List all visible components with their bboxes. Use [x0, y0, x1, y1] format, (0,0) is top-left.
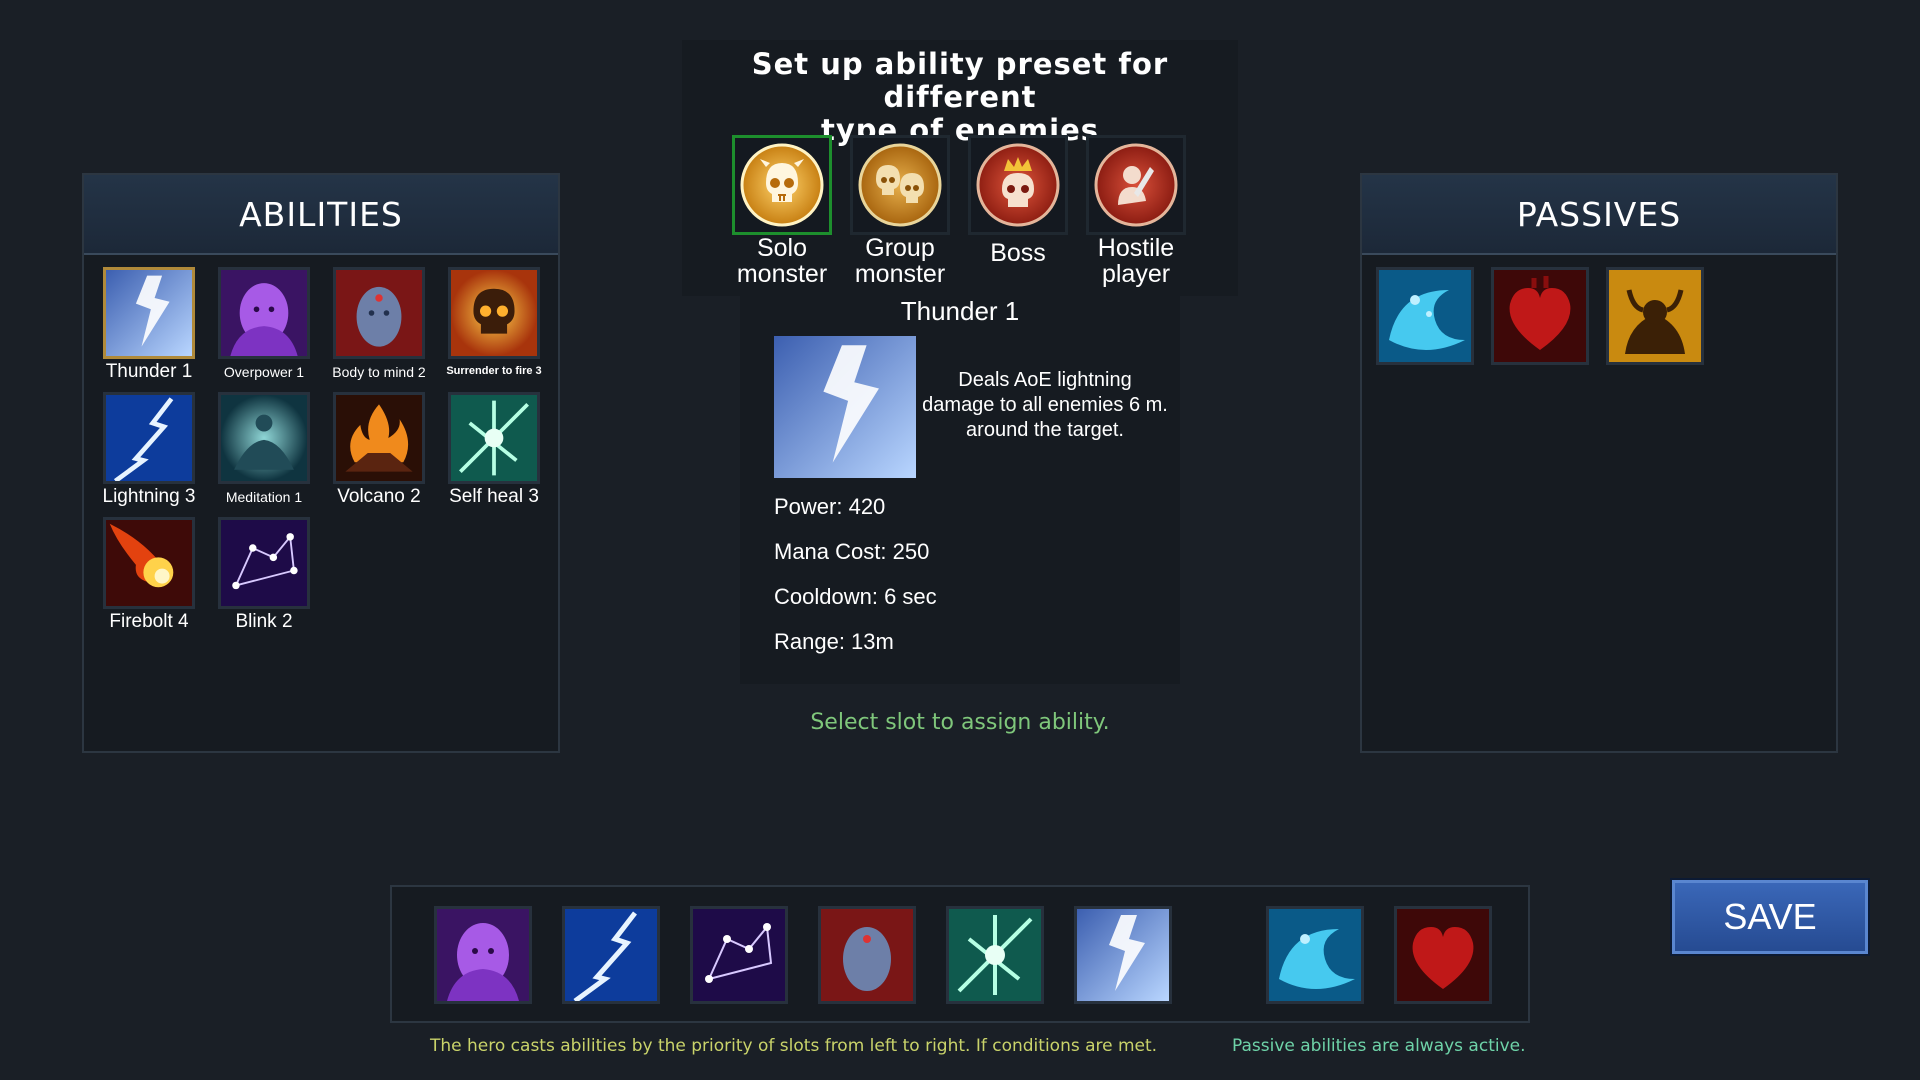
- detail-description: Deals AoE lightning damage to all enemie…: [922, 369, 1168, 441]
- boss-crowned-skull-icon: [976, 143, 1060, 227]
- ability-slot-bar: [390, 885, 1530, 1023]
- self-heal-icon[interactable]: [946, 906, 1044, 1004]
- heart-icon[interactable]: [1394, 906, 1492, 1004]
- self-heal-icon[interactable]: [448, 392, 540, 484]
- lightning-icon[interactable]: [103, 392, 195, 484]
- body-to-mind-icon[interactable]: [333, 267, 425, 359]
- preset-solo-monster[interactable]: Solo monster: [722, 135, 842, 287]
- assign-hint: Select slot to assign ability.: [810, 710, 1110, 735]
- thunder-icon[interactable]: [1074, 906, 1172, 1004]
- volcano-icon[interactable]: [333, 392, 425, 484]
- blink-icon[interactable]: [218, 517, 310, 609]
- ability-detail-panel: Thunder 1 Deals AoE lightning damage to …: [740, 296, 1180, 684]
- passives-panel: PASSIVES: [1360, 173, 1838, 753]
- ability-meditation-1[interactable]: Meditation 1: [213, 392, 315, 512]
- ability-blink-2[interactable]: Blink 2: [213, 517, 315, 637]
- surrender-to-fire-icon[interactable]: [448, 267, 540, 359]
- abilities-header: ABILITIES: [84, 175, 558, 255]
- body-to-mind-icon[interactable]: [818, 906, 916, 1004]
- passive-note: Passive abilities are always active.: [1232, 1036, 1526, 1056]
- ability-overpower-1[interactable]: Overpower 1: [213, 267, 315, 387]
- abilities-panel: ABILITIES Thunder 1 Overpower 1 Body to …: [82, 173, 560, 753]
- overpower-icon[interactable]: [218, 267, 310, 359]
- passives-header: PASSIVES: [1362, 175, 1836, 255]
- ability-self-heal-3[interactable]: Self heal 3: [443, 392, 545, 512]
- overpower-icon[interactable]: [434, 906, 532, 1004]
- preset-panel: Set up ability preset for different type…: [682, 40, 1238, 296]
- ability-lightning-3[interactable]: Lightning 3: [98, 392, 200, 512]
- solo-monster-skull-icon: [740, 143, 824, 227]
- preset-hostile-player[interactable]: Hostile player: [1076, 135, 1196, 287]
- preset-boss[interactable]: Boss: [958, 135, 1078, 266]
- hostile-player-knight-icon: [1094, 143, 1178, 227]
- save-button[interactable]: SAVE: [1672, 880, 1868, 954]
- ability-thunder-1[interactable]: Thunder 1: [98, 267, 200, 387]
- water-swirl-icon[interactable]: [1266, 906, 1364, 1004]
- horned-beast-icon[interactable]: [1606, 267, 1704, 365]
- firebolt-icon[interactable]: [103, 517, 195, 609]
- ability-volcano-2[interactable]: Volcano 2: [328, 392, 430, 512]
- thunder-icon: [774, 336, 916, 478]
- preset-group-monster[interactable]: Group monster: [840, 135, 960, 287]
- detail-cooldown: Cooldown: 6 sec: [774, 584, 937, 609]
- preset-title: Set up ability preset for different type…: [751, 47, 1169, 147]
- detail-ability-name: Thunder 1: [900, 296, 1020, 326]
- slot-priority-note: The hero casts abilities by the priority…: [430, 1036, 1158, 1056]
- detail-range: Range: 13m: [774, 629, 894, 654]
- meditation-icon[interactable]: [218, 392, 310, 484]
- water-swirl-icon[interactable]: [1376, 267, 1474, 365]
- ability-firebolt-4[interactable]: Firebolt 4: [98, 517, 200, 637]
- ability-body-to-mind-2[interactable]: Body to mind 2: [328, 267, 430, 387]
- lightning-icon[interactable]: [562, 906, 660, 1004]
- thunder-icon[interactable]: [103, 267, 195, 359]
- heart-icon[interactable]: [1491, 267, 1589, 365]
- group-monster-icon: [858, 143, 942, 227]
- detail-mana-cost: Mana Cost: 250: [774, 539, 930, 564]
- blink-icon[interactable]: [690, 906, 788, 1004]
- ability-surrender-to-fire-3[interactable]: Surrender to fire 3: [443, 267, 545, 387]
- detail-power: Power: 420: [774, 494, 886, 519]
